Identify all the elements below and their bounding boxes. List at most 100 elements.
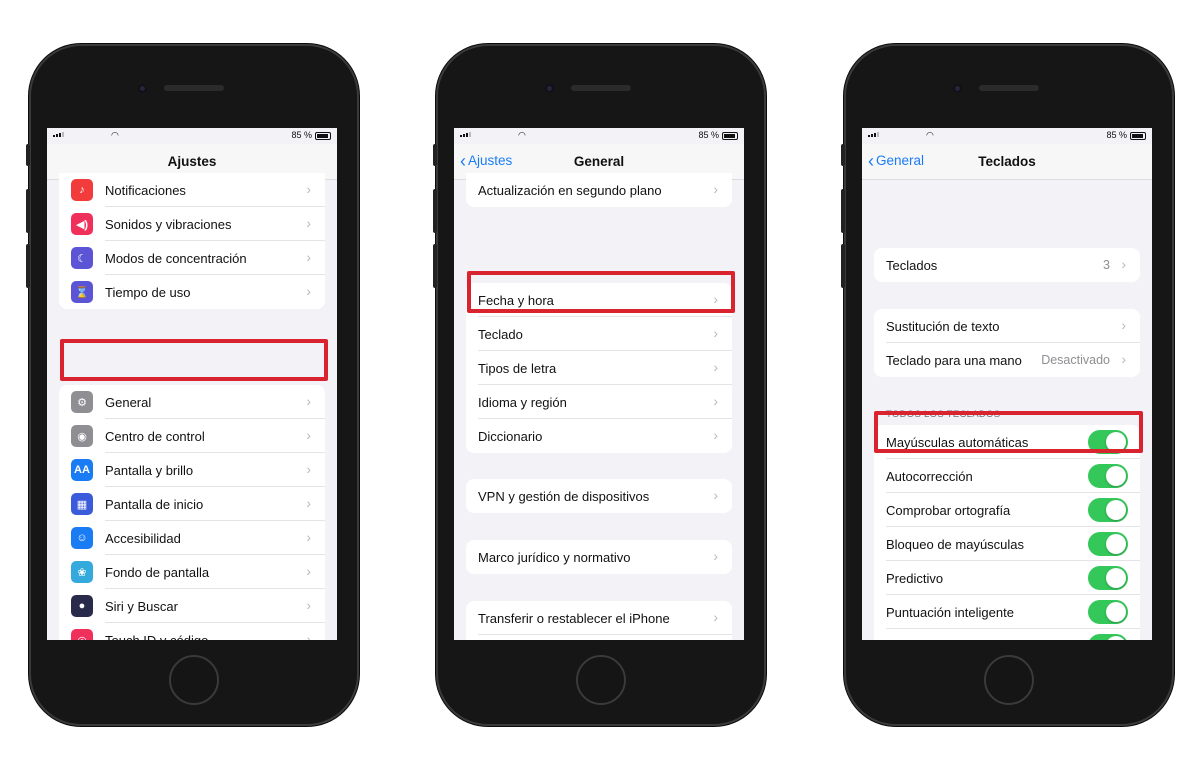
settings-item-tipos-de-letra[interactable]: Tipos de letra ›: [466, 351, 732, 385]
chevron-right-icon: ›: [1121, 317, 1126, 333]
settings-item-vpn-y-gestion-de-dispositivos[interactable]: VPN y gestión de dispositivos ›: [466, 479, 732, 513]
toggle-row-deslizar-para-escribir[interactable]: Deslizar para escribir: [874, 629, 1140, 640]
siri-icon: ●: [71, 595, 93, 617]
keyboards-row[interactable]: Teclados 3 ›: [874, 248, 1140, 282]
settings-item-actualizacion-en-segundo-plano[interactable]: Actualización en segundo plano ›: [466, 173, 732, 207]
settings-item-siri-y-buscar[interactable]: ● Siri y Buscar ›: [59, 589, 325, 623]
chevron-right-icon: ›: [306, 249, 311, 265]
settings-group-legal: Marco jurídico y normativo ›: [466, 540, 732, 574]
settings-group-keyboards: Teclados 3 ›: [874, 248, 1140, 282]
page-title: Teclados: [978, 154, 1036, 169]
settings-item-pantalla-y-brillo[interactable]: AA Pantalla y brillo ›: [59, 453, 325, 487]
chevron-right-icon: ›: [713, 181, 718, 197]
phone-teclados: ◠ 85 % ‹ General Teclados Teclados 3 › Su…: [841, 44, 1174, 726]
gear-icon: ⚙: [71, 391, 93, 413]
settings-group-toggles: Mayúsculas automáticas Autocorrección Comp…: [874, 425, 1140, 640]
settings-group-text: Sustitución de texto › Teclado para una ma…: [874, 309, 1140, 377]
settings-item-notificaciones[interactable]: ♪ Notificaciones ›: [59, 173, 325, 207]
toggle-switch[interactable]: [1088, 532, 1128, 556]
moon-icon: ☾: [71, 247, 93, 269]
row-label: Modos de concentración: [105, 250, 247, 266]
status-bar: ◠ 85 %: [454, 128, 744, 144]
toggle-switch[interactable]: [1088, 634, 1128, 640]
settings-item-teclado[interactable]: Teclado ›: [466, 317, 732, 351]
volume-down-button: [433, 244, 437, 288]
settings-item-marco-juridico-y-normativo[interactable]: Marco jurídico y normativo ›: [466, 540, 732, 574]
screen: ◠ 85 % ‹ Ajustes General Actualización en…: [454, 128, 744, 640]
chevron-right-icon: ›: [713, 609, 718, 625]
toggle-switch[interactable]: [1088, 498, 1128, 522]
page-title: Ajustes: [167, 154, 217, 169]
volume-up-button: [841, 189, 845, 233]
volume-up-button: [26, 189, 30, 233]
screen: ◠ 85 % ‹ General Teclados Teclados 3 › Su…: [862, 128, 1152, 640]
settings-item-diccionario[interactable]: Diccionario ›: [466, 419, 732, 453]
settings-item-accesibilidad[interactable]: ☺ Accesibilidad ›: [59, 521, 325, 555]
row-label: Diccionario: [478, 428, 543, 444]
mute-switch: [841, 144, 845, 166]
row-label: Sonidos y vibraciones: [105, 216, 232, 232]
toggle-row-comprobar-ortografia[interactable]: Comprobar ortografía: [874, 493, 1140, 527]
settings-item-teclado-para-una-mano[interactable]: Teclado para una mano Desactivado ›: [874, 343, 1140, 377]
settings-item-transferir-o-restablecer-el-iphone[interactable]: Transferir o restablecer el iPhone ›: [466, 601, 732, 635]
chevron-right-icon: ›: [713, 325, 718, 341]
chevron-right-icon: ›: [713, 487, 718, 503]
row-label: Pantalla de inicio: [105, 496, 204, 512]
row-label: Centro de control: [105, 428, 205, 444]
row-label: Touch ID y código: [105, 632, 209, 641]
settings-item-modos-de-concentracion[interactable]: ☾ Modos de concentración ›: [59, 241, 325, 275]
settings-item-pantalla-de-inicio[interactable]: ▦ Pantalla de inicio ›: [59, 487, 325, 521]
chevron-right-icon: ›: [713, 548, 718, 564]
toggle-switch[interactable]: [1088, 566, 1128, 590]
signal-icon: [460, 132, 471, 137]
settings-item-apagar[interactable]: Apagar: [466, 635, 732, 640]
keyboards-count: 3: [1103, 258, 1110, 272]
home-button[interactable]: [169, 655, 219, 705]
wifi-icon: ◠: [518, 130, 526, 140]
chevron-right-icon: ›: [1121, 256, 1126, 272]
settings-item-general[interactable]: ⚙ General ›: [59, 385, 325, 419]
row-label: Tiempo de uso: [105, 284, 191, 300]
volume-up-button: [433, 189, 437, 233]
home-button[interactable]: [984, 655, 1034, 705]
mute-switch: [26, 144, 30, 166]
chevron-right-icon: ›: [713, 359, 718, 375]
settings-group-notifications: ♪ Notificaciones › ◀) Sonidos y vibraciones ›…: [59, 173, 325, 309]
row-label: Notificaciones: [105, 182, 186, 198]
settings-item-touch-id-y-codigo[interactable]: ◎ Touch ID y código ›: [59, 623, 325, 640]
flower-icon: ❀: [71, 561, 93, 583]
volume-down-button: [841, 244, 845, 288]
settings-item-tiempo-de-uso[interactable]: ⌛ Tiempo de uso ›: [59, 275, 325, 309]
chevron-right-icon: ›: [306, 461, 311, 477]
row-label: VPN y gestión de dispositivos: [478, 488, 650, 504]
chevron-right-icon: ›: [713, 427, 718, 443]
speaker-grille: [979, 85, 1039, 91]
row-label: Actualización en segundo plano: [478, 182, 662, 198]
row-label: Accesibilidad: [105, 530, 181, 546]
row-label: Transferir o restablecer el iPhone: [478, 610, 670, 626]
settings-item-sustitucion-de-texto[interactable]: Sustitución de texto ›: [874, 309, 1140, 343]
battery-percent: 85 %: [291, 130, 312, 140]
toggle-row-autocorreccion[interactable]: Autocorrección: [874, 459, 1140, 493]
toggle-row-bloqueo-de-mayusculas[interactable]: Bloqueo de mayúsculas: [874, 527, 1140, 561]
speaker-grille: [571, 85, 631, 91]
battery-icon: [722, 132, 738, 140]
toggle-row-puntuacion-inteligente[interactable]: Puntuación inteligente: [874, 595, 1140, 629]
volume-down-button: [26, 244, 30, 288]
toggle-switch[interactable]: [1088, 464, 1128, 488]
phone-general: ◠ 85 % ‹ Ajustes General Actualización en…: [433, 44, 766, 726]
home-button[interactable]: [576, 655, 626, 705]
chevron-right-icon: ›: [306, 563, 311, 579]
chevron-right-icon: ›: [306, 427, 311, 443]
toggle-switch[interactable]: [1088, 600, 1128, 624]
settings-item-fondo-de-pantalla[interactable]: ❀ Fondo de pantalla ›: [59, 555, 325, 589]
chevron-right-icon: ›: [306, 181, 311, 197]
status-bar: ◠ 85 %: [862, 128, 1152, 144]
settings-item-idioma-y-region[interactable]: Idioma y región ›: [466, 385, 732, 419]
toggle-row-predictivo[interactable]: Predictivo: [874, 561, 1140, 595]
accessibility-icon: ☺: [71, 527, 93, 549]
row-label: Siri y Buscar: [105, 598, 178, 614]
settings-item-centro-de-control[interactable]: ◉ Centro de control ›: [59, 419, 325, 453]
row-label: Tipos de letra: [478, 360, 557, 376]
settings-item-sonidos-y-vibraciones[interactable]: ◀) Sonidos y vibraciones ›: [59, 207, 325, 241]
